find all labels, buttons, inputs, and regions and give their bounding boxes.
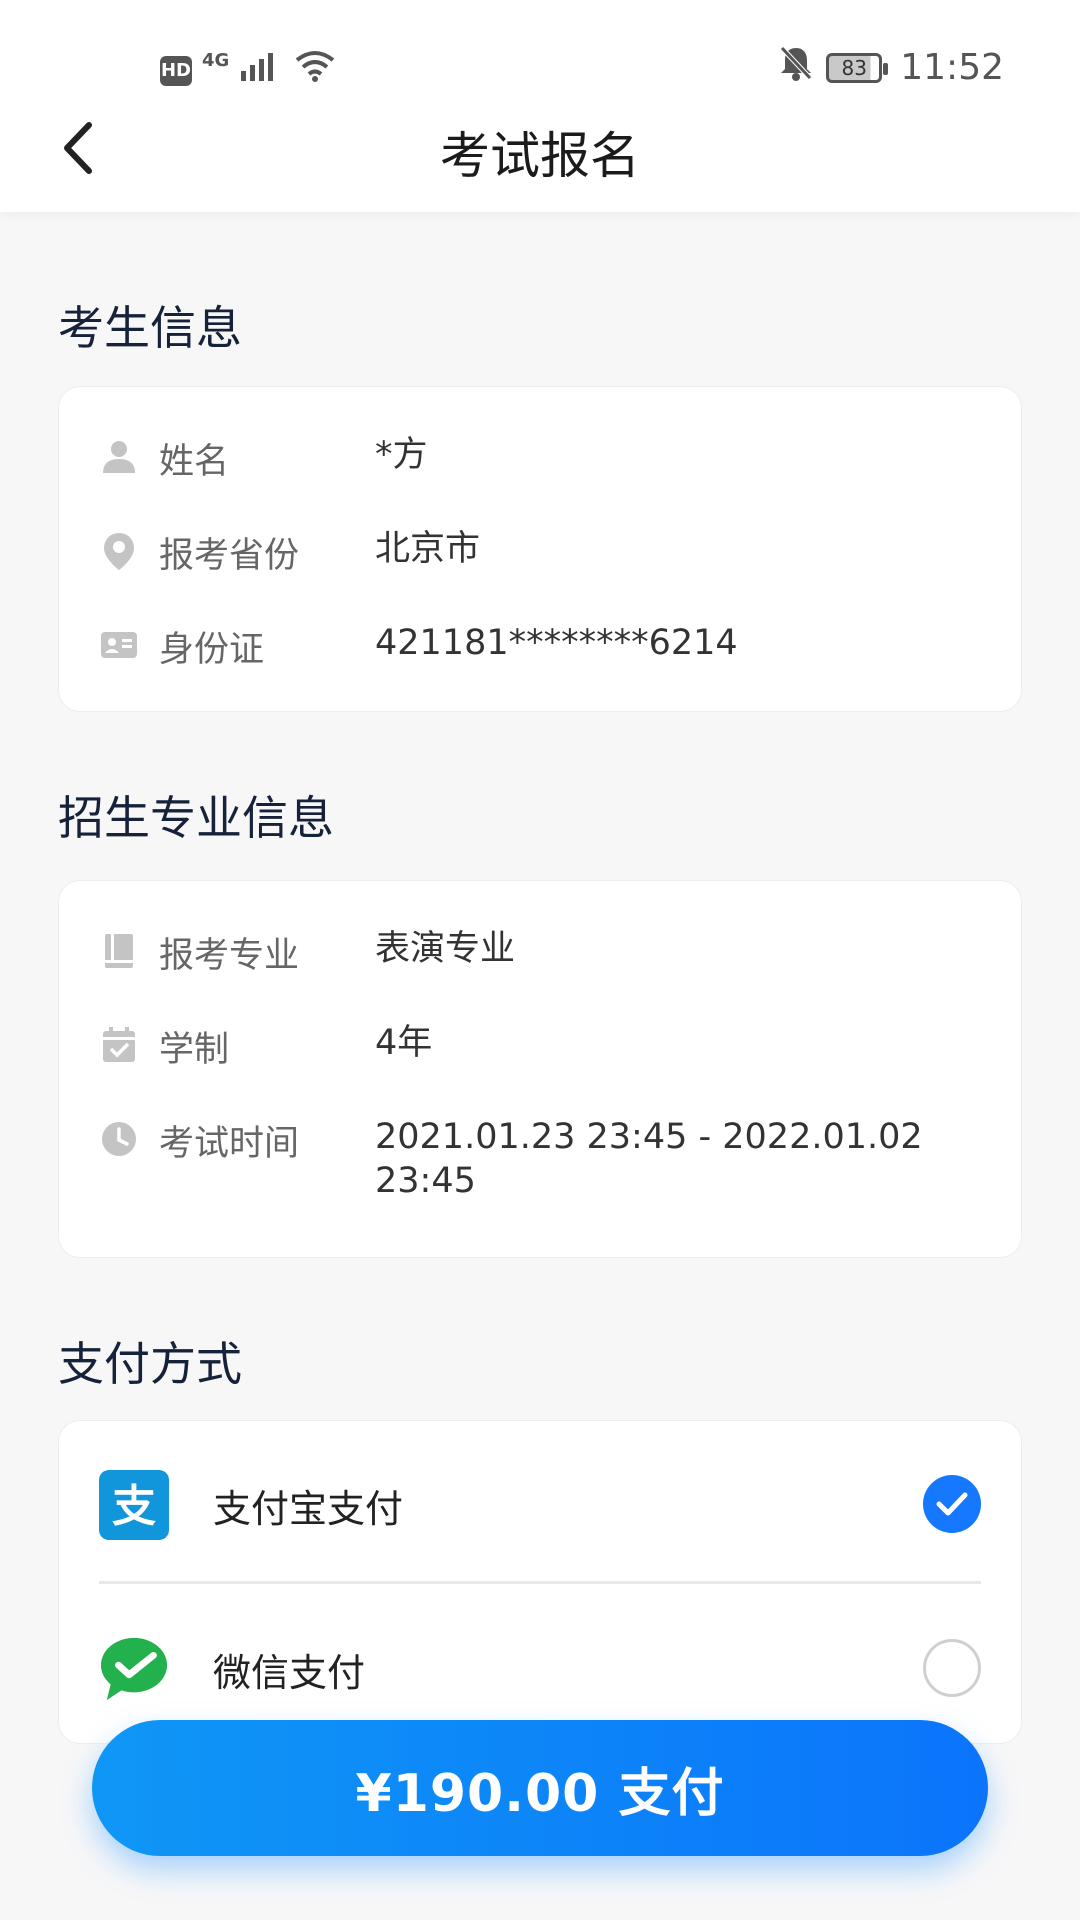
row-value: *方	[375, 435, 428, 475]
duration-row: 学制 4年	[99, 1021, 432, 1070]
svg-text:支: 支	[112, 1481, 156, 1532]
status-left: HD 4G	[160, 48, 337, 93]
row-label: 姓名	[159, 442, 230, 482]
signal-icon	[239, 49, 283, 92]
payment-label: 微信支付	[213, 1650, 366, 1695]
wechat-pay-icon	[99, 1634, 169, 1704]
row-label: 报考省份	[159, 536, 300, 576]
network-type: 4G	[202, 50, 230, 71]
radio-selected-alipay[interactable]	[923, 1475, 981, 1533]
payment-methods-card: 支 支付宝支付 微信支付	[58, 1420, 1022, 1744]
book-icon	[99, 931, 139, 971]
row-label: 考试时间	[159, 1124, 300, 1164]
pay-button[interactable]: ¥190.00 支付	[92, 1720, 988, 1856]
location-pin-icon	[99, 531, 139, 571]
province-row: 报考省份 北京市	[99, 527, 480, 576]
id-card-row: 身份证 421181********6214	[99, 621, 738, 670]
payment-option-wechat[interactable]: 微信支付	[99, 1629, 981, 1709]
candidate-section-title: 考生信息	[58, 301, 242, 355]
candidate-info-card: 姓名 *方 报考省份 北京市 身份证 421181********6214	[58, 386, 1022, 712]
page-title: 考试报名	[440, 127, 640, 185]
check-icon	[936, 1492, 968, 1516]
status-right: 83 11:52	[778, 44, 1004, 91]
nav-bar: 考试报名	[0, 108, 1080, 192]
row-label: 报考专业	[159, 936, 300, 976]
wifi-icon	[293, 48, 337, 93]
payment-label: 支付宝支付	[213, 1486, 404, 1531]
top-bar: HD 4G 83 11:52 考试报名	[0, 0, 1080, 212]
exam-time-row: 考试时间 2021.01.23 23:45 - 2022.01.02 23:45	[99, 1115, 923, 1201]
payment-option-alipay[interactable]: 支 支付宝支付	[99, 1465, 981, 1545]
major-row: 报考专业 表演专业	[99, 927, 515, 976]
id-card-icon	[99, 625, 139, 665]
battery-icon: 83	[826, 52, 889, 83]
alipay-icon: 支	[99, 1470, 169, 1540]
status-time: 11:52	[900, 47, 1004, 88]
person-icon	[99, 437, 139, 477]
hd-badge: HD	[160, 55, 192, 86]
row-value: 4年	[375, 1023, 433, 1063]
status-bar: HD 4G 83 11:52	[0, 36, 1080, 102]
bell-muted-icon	[778, 44, 814, 91]
calendar-check-icon	[99, 1025, 139, 1065]
row-value: 表演专业	[375, 929, 516, 969]
row-value: 北京市	[375, 529, 481, 569]
row-label: 学制	[159, 1030, 230, 1070]
payment-divider	[99, 1581, 981, 1584]
major-section-title: 招生专业信息	[58, 791, 334, 845]
row-value: 2021.01.23 23:45 - 2022.01.02 23:45	[375, 1117, 923, 1201]
payment-section-title: 支付方式	[58, 1337, 242, 1391]
row-value: 421181********6214	[375, 623, 738, 663]
name-row: 姓名 *方	[99, 433, 428, 482]
radio-unselected-wechat[interactable]	[923, 1639, 981, 1697]
major-info-card: 报考专业 表演专业 学制 4年 考试时间 2021.01.23 23:45 - …	[58, 880, 1022, 1258]
row-label: 身份证	[159, 630, 265, 670]
clock-icon	[99, 1119, 139, 1159]
